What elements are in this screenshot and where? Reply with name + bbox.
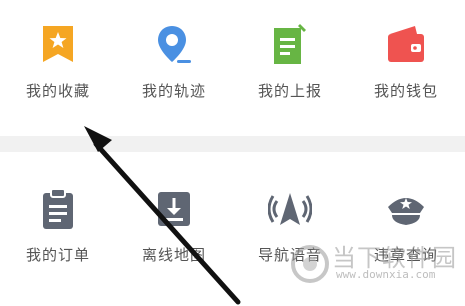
report-label: 我的上报: [257, 82, 322, 100]
wallet-label: 我的钱包: [373, 82, 438, 100]
offline-map-label: 离线地图: [141, 246, 206, 264]
navigation-voice-icon: [268, 193, 312, 225]
nav-voice-label: 导航语音: [257, 246, 322, 264]
orders-label: 我的订单: [25, 246, 90, 264]
violation-query-label: 违章查询: [373, 246, 438, 264]
wallet-icon: [388, 26, 424, 62]
favorites-label: 我的收藏: [25, 82, 90, 100]
nav-voice-entry[interactable]: 导航语音: [232, 152, 348, 272]
wallet-entry[interactable]: 我的钱包: [348, 0, 464, 120]
violation-query-entry[interactable]: 违章查询: [348, 152, 464, 272]
download-box-icon: [158, 192, 190, 226]
map-pin-icon: [158, 26, 191, 63]
offline-map-entry[interactable]: 离线地图: [116, 152, 232, 272]
report-document-icon: [274, 24, 306, 64]
menu-row-top: 我的收藏 我的轨迹 我的上报 我的钱包: [0, 0, 465, 120]
police-cap-icon: [388, 198, 424, 225]
report-entry[interactable]: 我的上报: [232, 0, 348, 120]
orders-entry[interactable]: 我的订单: [0, 152, 116, 272]
bookmark-star-icon: [43, 26, 73, 62]
track-entry[interactable]: 我的轨迹: [116, 0, 232, 120]
track-label: 我的轨迹: [141, 82, 206, 100]
menu-row-bottom: 我的订单 离线地图 导航语音 违章查询: [0, 152, 465, 306]
clipboard-icon: [43, 188, 73, 229]
favorites-entry[interactable]: 我的收藏: [0, 0, 116, 120]
section-divider: [0, 136, 465, 152]
